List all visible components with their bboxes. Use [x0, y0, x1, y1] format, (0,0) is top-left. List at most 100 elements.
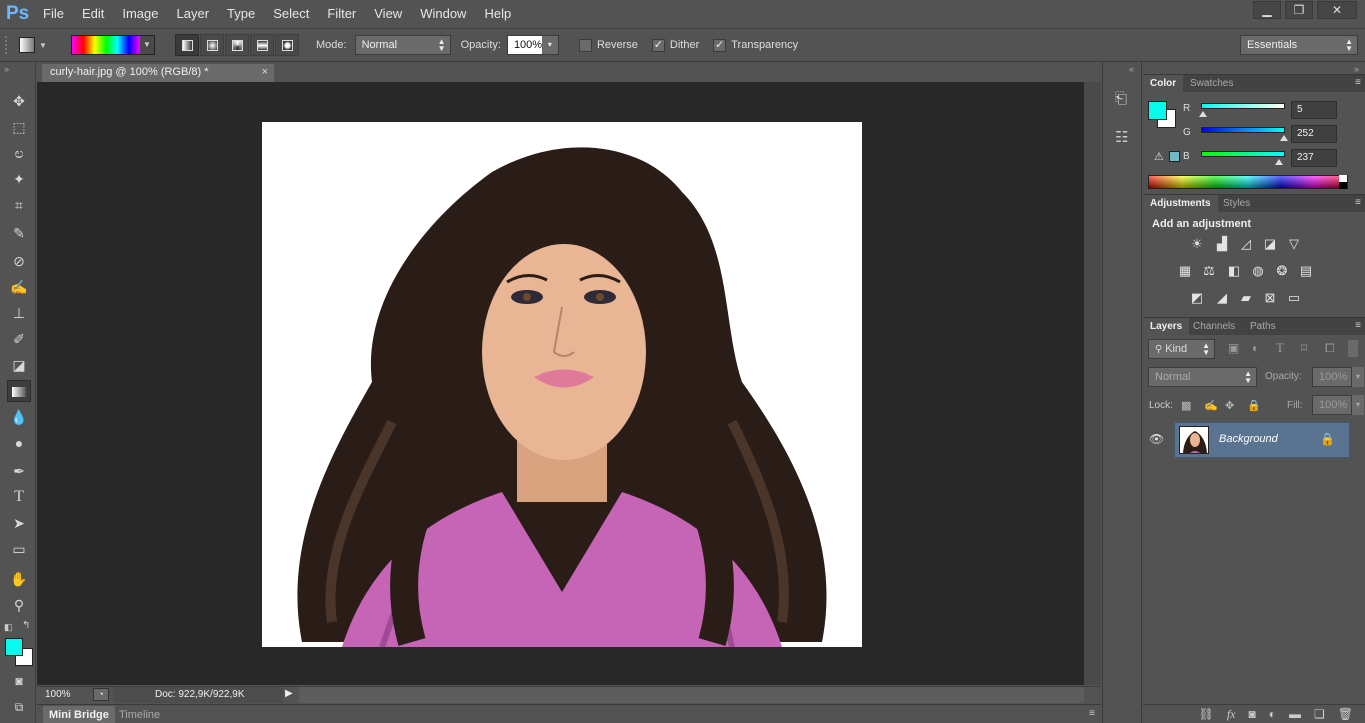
gradient-preview[interactable]: [72, 36, 140, 54]
smart-object-filter-icon[interactable]: ⧠: [1325, 341, 1335, 356]
checkmark-icon[interactable]: ✓: [713, 38, 727, 52]
add-mask-icon[interactable]: ◙: [1249, 707, 1256, 721]
default-colors-icon[interactable]: ◧: [4, 622, 13, 633]
fg-color-swatch[interactable]: [1148, 101, 1167, 120]
green-value[interactable]: 252: [1291, 125, 1337, 143]
black-white-icon[interactable]: ◧: [1225, 263, 1243, 278]
green-slider-thumb[interactable]: [1280, 135, 1289, 141]
red-value[interactable]: 5: [1291, 101, 1337, 119]
filter-toggle[interactable]: [1348, 340, 1358, 357]
tool-preset-picker[interactable]: ▼: [19, 34, 59, 56]
document-tab[interactable]: curly-hair.jpg @ 100% (RGB/8) * ×: [42, 64, 274, 82]
photo-filter-icon[interactable]: ◍: [1249, 263, 1267, 278]
horizontal-scrollbar[interactable]: [299, 687, 1084, 703]
menu-filter[interactable]: Filter: [318, 0, 365, 28]
checkmark-icon[interactable]: ✓: [651, 38, 665, 52]
spot-healing-tool-icon[interactable]: ⊘: [7, 250, 31, 272]
marquee-tool-icon[interactable]: ⬚: [7, 116, 31, 138]
quick-mask-icon[interactable]: ◙: [7, 670, 31, 692]
tab-swatches[interactable]: Swatches: [1183, 75, 1240, 93]
blend-mode-select[interactable]: Normal ▲ ▼: [1148, 367, 1257, 387]
color-balance-icon[interactable]: ⚖: [1200, 263, 1218, 278]
eye-icon[interactable]: 👁: [1149, 432, 1164, 446]
dodge-tool-icon[interactable]: ●: [7, 432, 31, 454]
red-slider-track[interactable]: [1201, 103, 1285, 109]
clone-stamp-tool-icon[interactable]: ⊥: [7, 302, 31, 324]
workspace-select[interactable]: Essentials ▲ ▼: [1240, 35, 1358, 55]
zoom-level[interactable]: 100%: [45, 689, 71, 700]
tab-channels[interactable]: Channels: [1186, 318, 1242, 336]
brightness-contrast-icon[interactable]: ☀: [1188, 236, 1206, 251]
channel-mixer-icon[interactable]: ❂: [1273, 263, 1291, 278]
blue-slider[interactable]: B 237: [1183, 149, 1359, 169]
share-icon[interactable]: ◔: [93, 688, 109, 701]
properties-panel-icon[interactable]: ☷: [1115, 128, 1128, 146]
menu-edit[interactable]: Edit: [73, 0, 113, 28]
blue-slider-track[interactable]: [1201, 151, 1285, 157]
invert-icon[interactable]: ◩: [1188, 290, 1206, 305]
move-tool-icon[interactable]: ✥: [7, 90, 31, 112]
fx-icon[interactable]: fx: [1227, 707, 1236, 722]
red-slider-thumb[interactable]: [1198, 111, 1207, 117]
type-filter-icon[interactable]: T: [1276, 340, 1284, 356]
panel-menu-icon[interactable]: ≡: [1089, 708, 1095, 719]
reflected-gradient-button[interactable]: [250, 34, 274, 56]
hand-tool-icon[interactable]: ✋: [7, 568, 31, 590]
tab-timeline[interactable]: Timeline: [113, 706, 166, 723]
trash-icon[interactable]: 🗑: [1338, 707, 1353, 721]
close-button[interactable]: ✕: [1317, 1, 1357, 19]
tab-paths[interactable]: Paths: [1243, 318, 1283, 336]
layer-row[interactable]: Background 🔒: [1174, 422, 1350, 458]
green-slider[interactable]: G 252: [1183, 125, 1359, 145]
red-slider[interactable]: R 5: [1183, 101, 1359, 121]
levels-icon[interactable]: ▟: [1213, 236, 1231, 251]
history-panel-icon[interactable]: ⎗: [1115, 90, 1127, 107]
tab-styles[interactable]: Styles: [1216, 195, 1257, 213]
menu-type[interactable]: Type: [218, 0, 264, 28]
blue-value[interactable]: 237: [1291, 149, 1337, 167]
chevron-down-icon[interactable]: ▾: [541, 36, 558, 54]
expand-panels-icon[interactable]: «: [1129, 64, 1134, 74]
green-slider-track[interactable]: [1201, 127, 1285, 133]
transparency-checkbox[interactable]: ✓ Transparency: [713, 38, 798, 52]
diamond-gradient-button[interactable]: [275, 34, 299, 56]
menu-help[interactable]: Help: [475, 0, 520, 28]
mode-select[interactable]: Normal ▲ ▼: [354, 35, 451, 55]
gamut-color-swatch[interactable]: [1169, 151, 1180, 162]
out-of-gamut-icon[interactable]: ⚠: [1154, 150, 1164, 163]
vibrance-icon[interactable]: ▽: [1285, 236, 1303, 251]
options-bar-grip[interactable]: [5, 36, 11, 54]
panel-menu-icon[interactable]: ≡: [1355, 197, 1361, 208]
linear-gradient-button[interactable]: [175, 34, 199, 56]
link-layers-icon[interactable]: ⛓: [1199, 707, 1214, 721]
menu-image[interactable]: Image: [113, 0, 167, 28]
threshold-icon[interactable]: ▰: [1237, 290, 1255, 305]
panel-menu-icon[interactable]: ≡: [1355, 320, 1361, 331]
dither-checkbox[interactable]: ✓ Dither: [651, 38, 699, 52]
minimize-button[interactable]: ▁: [1253, 1, 1281, 19]
chevron-down-icon[interactable]: ▾: [1352, 367, 1364, 387]
document-canvas-image[interactable]: [262, 122, 862, 647]
pen-tool-icon[interactable]: ✒: [7, 460, 31, 482]
color-lookup-icon[interactable]: ▤: [1297, 263, 1315, 278]
eraser-tool-icon[interactable]: ◪: [7, 354, 31, 376]
menu-window[interactable]: Window: [411, 0, 475, 28]
restore-button[interactable]: ❐: [1285, 1, 1313, 19]
chevron-down-icon[interactable]: ▾: [1352, 395, 1364, 415]
panel-menu-icon[interactable]: ≡: [1355, 77, 1361, 88]
curves-icon[interactable]: ◿: [1237, 236, 1255, 251]
lock-position-icon[interactable]: ✥: [1225, 399, 1234, 412]
lasso-tool-icon[interactable]: ಲ: [7, 142, 31, 164]
opacity-input[interactable]: 100% ▾: [506, 35, 559, 55]
menu-file[interactable]: File: [34, 0, 73, 28]
exposure-icon[interactable]: ◪: [1261, 236, 1279, 251]
tab-layers[interactable]: Layers: [1143, 318, 1190, 336]
blue-slider-thumb[interactable]: [1275, 159, 1284, 165]
tab-mini-bridge[interactable]: Mini Bridge: [43, 706, 115, 723]
canvas-area[interactable]: [37, 82, 1101, 685]
shape-filter-icon[interactable]: ⌑: [1301, 341, 1307, 355]
gradient-picker[interactable]: ▼: [71, 35, 155, 55]
menu-layer[interactable]: Layer: [168, 0, 219, 28]
magic-wand-tool-icon[interactable]: ✦: [7, 168, 31, 190]
close-tab-icon[interactable]: ×: [262, 64, 268, 81]
